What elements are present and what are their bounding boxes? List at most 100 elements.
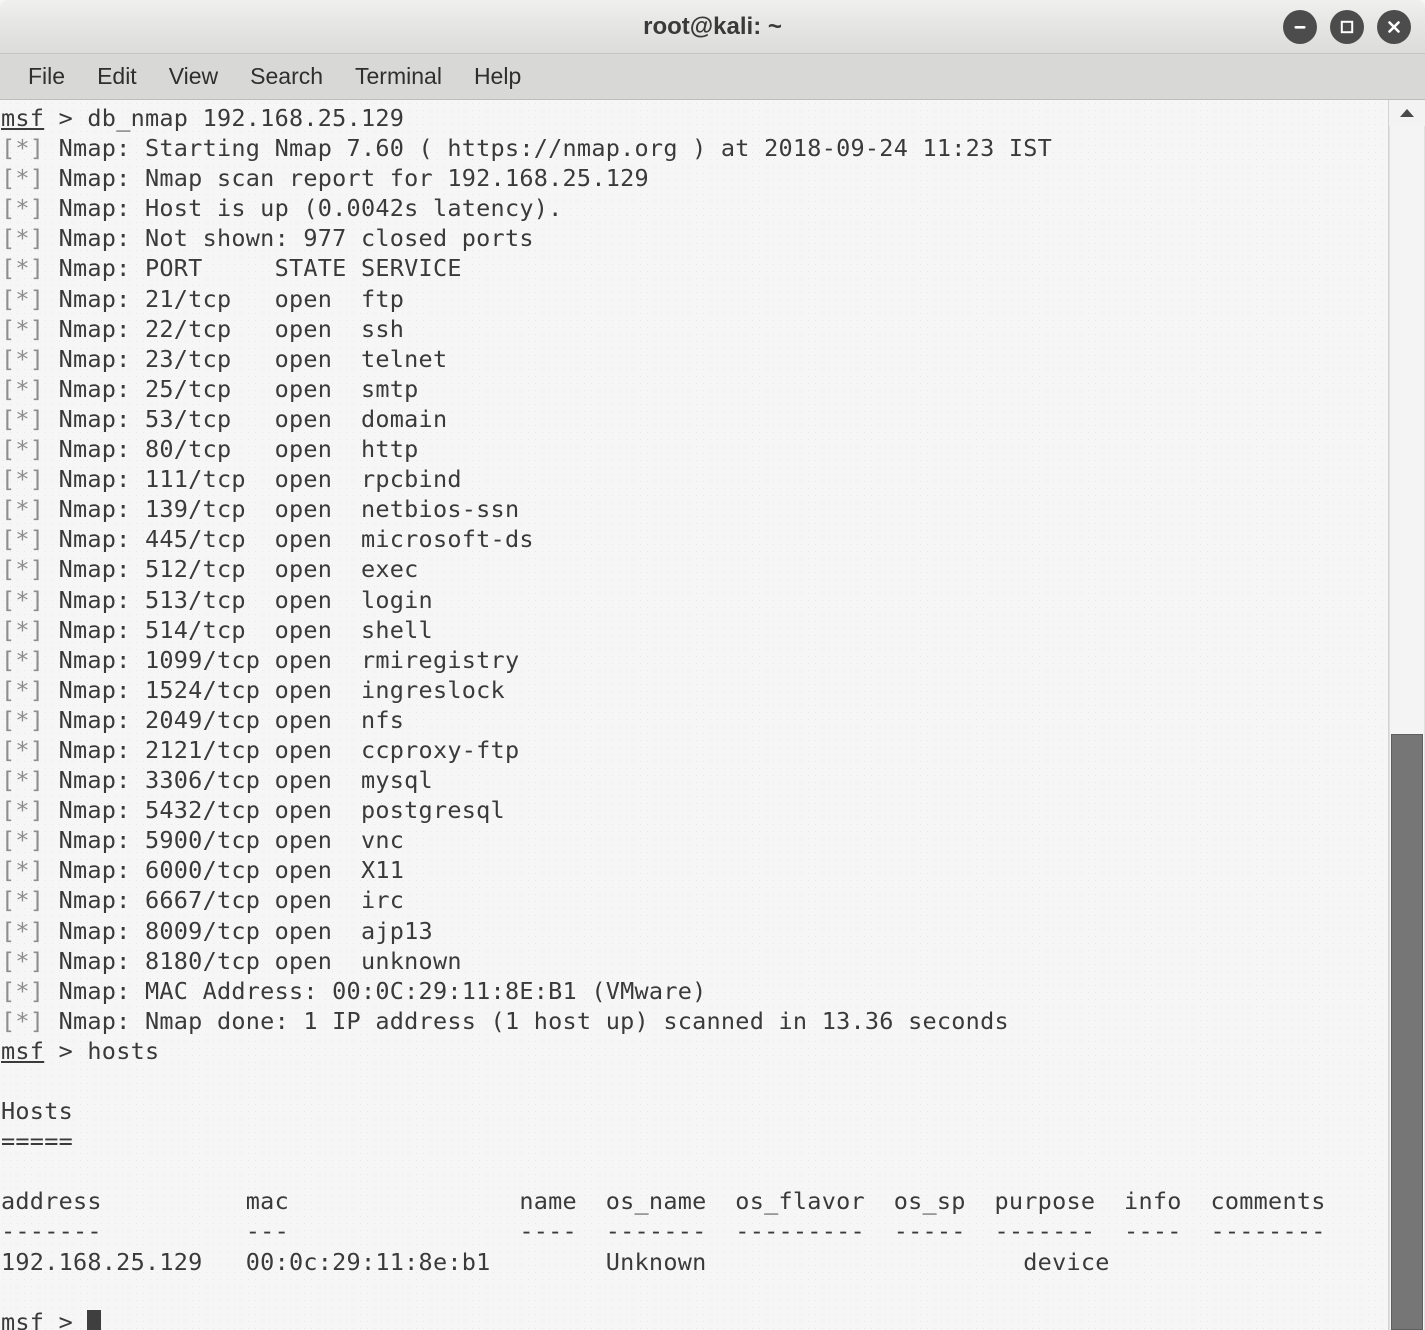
- terminal-window: root@kali: ~ File Edit View Search Termi…: [0, 0, 1425, 1330]
- minimize-button[interactable]: [1283, 9, 1317, 44]
- output-prefix: [*]: [1, 525, 59, 554]
- terminal-screen[interactable]: msf > db_nmap 192.168.25.129 [*] Nmap: St…: [0, 100, 1388, 1330]
- terminal-output-line: [*] Nmap: 2049/tcp open nfs: [1, 705, 1388, 735]
- maximize-icon: [1340, 20, 1354, 33]
- output-text: Nmap: 3306/tcp open mysql: [58, 766, 433, 795]
- menu-item-file[interactable]: File: [12, 59, 81, 94]
- titlebar: root@kali: ~: [0, 0, 1425, 54]
- output-prefix: [*]: [1, 735, 59, 764]
- output-text: Nmap: 512/tcp open exec: [58, 555, 419, 584]
- output-prefix: [*]: [1, 585, 59, 614]
- output-prefix: [*]: [1, 675, 59, 704]
- maximize-button[interactable]: [1330, 9, 1364, 44]
- prompt-separator: >: [44, 1036, 88, 1065]
- prompt-label: msf: [1, 104, 45, 132]
- vertical-scrollbar[interactable]: [1388, 100, 1425, 1330]
- terminal-output-line: [*] Nmap: 2121/tcp open ccproxy-ftp: [1, 735, 1388, 765]
- output-text: Nmap: MAC Address: 00:0C:29:11:8E:B1 (VM…: [58, 976, 707, 1005]
- output-prefix: [*]: [1, 435, 59, 464]
- window-title: root@kali: ~: [643, 12, 782, 40]
- window-controls: [1283, 0, 1411, 53]
- terminal-output-line: [*] Nmap: 53/tcp open domain: [1, 404, 1388, 434]
- terminal-output: msf > db_nmap 192.168.25.129 [*] Nmap: St…: [0, 100, 1388, 1330]
- terminal-text-line: address mac name os_name os_flavor os_sp…: [1, 1187, 1326, 1216]
- output-text: Nmap: 53/tcp open domain: [58, 404, 448, 433]
- output-prefix: [*]: [1, 284, 59, 313]
- output-prefix: [*]: [1, 555, 59, 584]
- output-text: Nmap: Nmap done: 1 IP address (1 host up…: [58, 1006, 1009, 1035]
- terminal-output-line: [*] Nmap: 513/tcp open login: [1, 585, 1388, 615]
- terminal-output-line: [*] Nmap: 21/tcp open ftp: [1, 284, 1388, 314]
- terminal-output-line: [*] Nmap: PORT STATE SERVICE: [1, 253, 1388, 283]
- terminal-text-line: 192.168.25.129 00:0c:29:11:8e:b1 Unknown…: [1, 1247, 1110, 1276]
- terminal-output-line: [*] Nmap: Not shown: 977 closed ports: [1, 223, 1388, 253]
- menu-item-view[interactable]: View: [153, 59, 234, 94]
- terminal-output-line: [*] Nmap: 1099/tcp open rmiregistry: [1, 645, 1388, 675]
- terminal-output-line: [*] Nmap: 25/tcp open smtp: [1, 374, 1388, 404]
- menu-item-search[interactable]: Search: [234, 59, 339, 94]
- terminal-output-line: [*] Nmap: 6000/tcp open X11: [1, 855, 1388, 885]
- menubar: File Edit View Search Terminal Help: [0, 54, 1425, 100]
- scrollbar-trough[interactable]: [1389, 126, 1425, 1330]
- chevron-up-icon: [1400, 109, 1414, 117]
- output-text: Nmap: 21/tcp open ftp: [58, 284, 405, 313]
- prompt-label: msf: [1, 1036, 45, 1065]
- close-button[interactable]: [1377, 9, 1411, 44]
- output-prefix: [*]: [1, 254, 59, 283]
- terminal-cursor: [87, 1309, 102, 1330]
- terminal-output-line: [*] Nmap: Starting Nmap 7.60 ( https://n…: [1, 133, 1388, 163]
- output-prefix: [*]: [1, 314, 59, 343]
- terminal-prompt-line: msf > hosts: [1, 1036, 1388, 1066]
- prompt-label: msf: [1, 1307, 45, 1330]
- scroll-up-button[interactable]: [1389, 100, 1425, 126]
- close-icon: [1388, 20, 1400, 33]
- terminal-area: msf > db_nmap 192.168.25.129 [*] Nmap: St…: [0, 100, 1425, 1330]
- output-prefix: [*]: [1, 465, 59, 494]
- terminal-text-line: =====: [1, 1127, 73, 1156]
- menu-item-edit[interactable]: Edit: [81, 59, 153, 94]
- terminal-prompt-line: msf >: [1, 1307, 1388, 1330]
- menu-item-terminal[interactable]: Terminal: [339, 59, 458, 94]
- output-text: Nmap: 513/tcp open login: [58, 585, 433, 614]
- terminal-output-line: [*] Nmap: 139/tcp open netbios-ssn: [1, 494, 1388, 524]
- output-prefix: [*]: [1, 495, 59, 524]
- output-text: Nmap: 2121/tcp open ccproxy-ftp: [58, 735, 520, 764]
- output-text: Nmap: 6667/tcp open irc: [58, 886, 405, 915]
- output-prefix: [*]: [1, 374, 59, 403]
- terminal-output-line: [*] Nmap: Nmap done: 1 IP address (1 hos…: [1, 1006, 1388, 1036]
- terminal-output-line: [*] Nmap: 80/tcp open http: [1, 434, 1388, 464]
- output-text: Nmap: PORT STATE SERVICE: [58, 254, 462, 283]
- terminal-output-line: [*] Nmap: Host is up (0.0042s latency).: [1, 193, 1388, 223]
- output-prefix: [*]: [1, 856, 59, 885]
- terminal-text-line: Hosts: [1, 1097, 73, 1126]
- output-text: Nmap: 139/tcp open netbios-ssn: [58, 495, 520, 524]
- terminal-output-line: [*] Nmap: 5900/tcp open vnc: [1, 825, 1388, 855]
- terminal-output-line: [*] Nmap: 8180/tcp open unknown: [1, 946, 1388, 976]
- output-text: Nmap: 80/tcp open http: [58, 435, 419, 464]
- terminal-output-line: [*] Nmap: 5432/tcp open postgresql: [1, 795, 1388, 825]
- terminal-output-line: [*] Nmap: 6667/tcp open irc: [1, 885, 1388, 915]
- output-text: Nmap: Not shown: 977 closed ports: [58, 224, 534, 253]
- output-prefix: [*]: [1, 916, 59, 945]
- terminal-output-line: [*] Nmap: 111/tcp open rpcbind: [1, 464, 1388, 494]
- output-text: Nmap: 5900/tcp open vnc: [58, 826, 405, 855]
- scrollbar-thumb[interactable]: [1391, 734, 1423, 1330]
- terminal-text-line: [1, 1066, 1388, 1096]
- terminal-prompt-line: msf > db_nmap 192.168.25.129: [1, 103, 1388, 133]
- output-prefix: [*]: [1, 194, 59, 223]
- output-text: Nmap: Starting Nmap 7.60 ( https://nmap.…: [58, 134, 1053, 163]
- terminal-output-line: [*] Nmap: 22/tcp open ssh: [1, 314, 1388, 344]
- output-text: Nmap: Nmap scan report for 192.168.25.12…: [58, 164, 649, 193]
- output-prefix: [*]: [1, 766, 59, 795]
- terminal-text-line: [1, 1277, 1388, 1307]
- output-text: Nmap: 445/tcp open microsoft-ds: [58, 525, 534, 554]
- output-text: Nmap: 1524/tcp open ingreslock: [58, 675, 505, 704]
- output-text: Nmap: 8009/tcp open ajp13: [58, 916, 433, 945]
- menu-item-help[interactable]: Help: [458, 59, 537, 94]
- terminal-output-line: [*] Nmap: 445/tcp open microsoft-ds: [1, 524, 1388, 554]
- output-prefix: [*]: [1, 164, 59, 193]
- terminal-command: hosts: [87, 1036, 160, 1065]
- terminal-output-line: [*] Nmap: 3306/tcp open mysql: [1, 765, 1388, 795]
- output-text: Nmap: 6000/tcp open X11: [58, 856, 405, 885]
- output-prefix: [*]: [1, 645, 59, 674]
